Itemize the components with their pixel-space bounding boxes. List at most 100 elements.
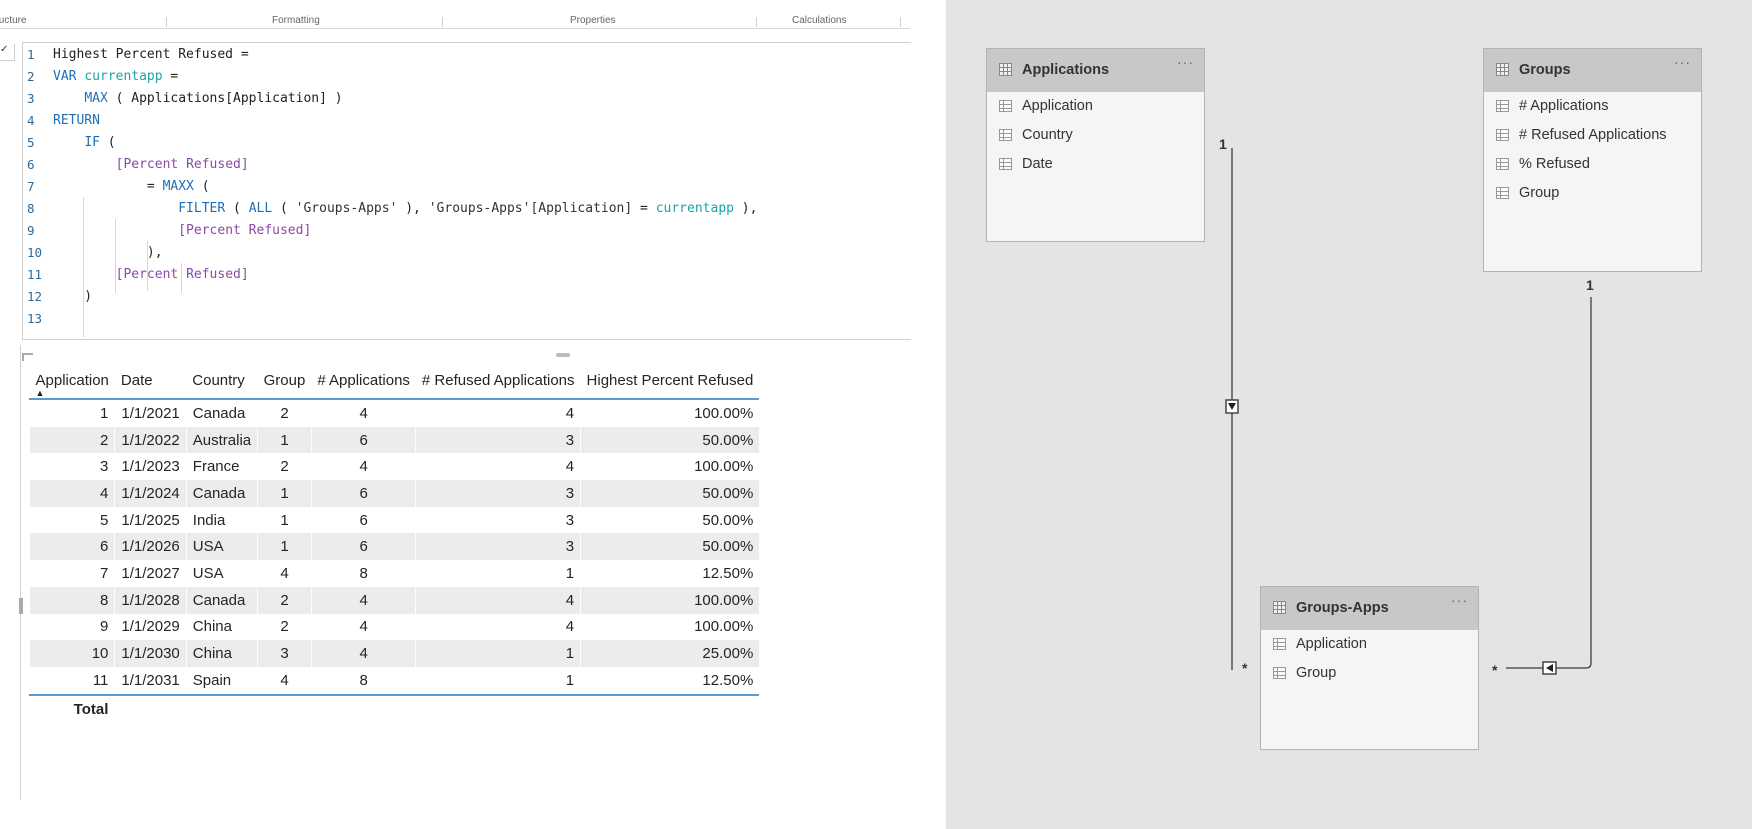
cell-group: 2 (257, 453, 312, 481)
ribbon-tab-structure[interactable]: Structure (0, 16, 27, 26)
table-card-groups-apps[interactable]: Groups-Apps ··· Application Group (1260, 586, 1479, 750)
field-item[interactable]: # Refused Applications (1484, 121, 1701, 150)
cell-group: 4 (257, 666, 312, 696)
table-row[interactable]: 10 1/1/2030 China 3 4 1 25.00% (28, 640, 760, 667)
cell-date: 1/1/2026 (114, 533, 187, 561)
table-row[interactable]: 3 1/1/2023 France 2 4 4 100.00% (28, 453, 760, 481)
cell-country: India (185, 506, 258, 534)
cell-refused-applications: 3 (415, 426, 581, 454)
cell-country: France (185, 453, 258, 481)
table-row[interactable]: 4 1/1/2024 Canada 1 6 3 50.00% (28, 480, 760, 507)
line-number: 11 (27, 267, 43, 282)
column-header-application[interactable]: Application ▲ (29, 362, 115, 400)
dax-editor-and-table-pane: Structure Formatting Properties Calculat… (0, 0, 946, 829)
cell-group: 4 (257, 560, 312, 587)
cell-highest-percent-refused: 50.00% (580, 506, 760, 534)
table-row[interactable]: 8 1/1/2028 Canada 2 4 4 100.00% (28, 586, 760, 614)
sort-ascending-icon[interactable]: ▲ (36, 389, 45, 398)
cell-group: 1 (257, 533, 312, 561)
code-line-11: [Percent Refused] (115, 267, 249, 282)
column-icon (999, 129, 1012, 141)
column-header-refused-applications[interactable]: # Refused Applications (415, 362, 581, 400)
table-icon (1273, 601, 1286, 614)
cell-country: China (185, 613, 258, 641)
table-icon (1496, 63, 1509, 76)
table-card-header[interactable]: Groups ··· (1484, 49, 1701, 92)
table-card-groups[interactable]: Groups ··· # Applications # Refused Appl… (1483, 48, 1702, 272)
line-number: 10 (27, 245, 43, 260)
field-name: Group (1519, 185, 1560, 201)
field-item[interactable]: Application (987, 92, 1204, 121)
vertical-resize-handle[interactable] (19, 598, 23, 614)
more-options-icon[interactable]: ··· (1177, 54, 1194, 70)
field-item[interactable]: Country (987, 121, 1204, 150)
field-item[interactable]: % Refused (1484, 150, 1701, 179)
table-row[interactable]: 6 1/1/2026 USA 1 6 3 50.00% (28, 533, 760, 561)
cell-application: 3 (28, 453, 115, 481)
column-header-highest-percent-refused[interactable]: Highest Percent Refused (580, 362, 760, 400)
table-row[interactable]: 11 1/1/2031 Spain 4 8 1 12.50% (28, 666, 760, 696)
table-total-row: Total (28, 694, 760, 724)
cell-highest-percent-refused: 12.50% (580, 560, 760, 587)
field-name: % Refused (1519, 156, 1590, 172)
cell-application: 8 (28, 586, 115, 614)
cell-date: 1/1/2027 (114, 560, 187, 587)
cell-refused-applications: 1 (415, 666, 581, 696)
collapse-editor-button[interactable]: ✓ (0, 44, 15, 61)
pane-splitter[interactable] (20, 345, 21, 800)
ribbon-tab-calculations[interactable]: Calculations (792, 16, 846, 26)
cell-application: 10 (28, 640, 115, 667)
field-item[interactable]: Group (1484, 179, 1701, 208)
horizontal-resize-handle[interactable] (556, 353, 570, 357)
cell-highest-percent-refused: 100.00% (580, 399, 760, 427)
table-row[interactable]: 7 1/1/2027 USA 4 8 1 12.50% (28, 560, 760, 587)
table-card-header[interactable]: Applications ··· (987, 49, 1204, 92)
code-line-8: FILTER ( ALL ( 'Groups-Apps' ), 'Groups-… (178, 201, 758, 216)
cell-applications: 8 (310, 560, 416, 587)
column-header-applications[interactable]: # Applications (311, 362, 416, 400)
column-header-group[interactable]: Group (257, 362, 312, 400)
cell-date: 1/1/2021 (114, 399, 187, 427)
table-card-header[interactable]: Groups-Apps ··· (1261, 587, 1478, 630)
field-item[interactable]: Group (1261, 659, 1478, 688)
line-number: 13 (27, 311, 43, 326)
cell-highest-percent-refused: 100.00% (580, 453, 760, 481)
ribbon-tab-properties[interactable]: Properties (570, 16, 616, 26)
cell-country: USA (185, 533, 258, 561)
table-row[interactable]: 5 1/1/2025 India 1 6 3 50.00% (28, 506, 760, 534)
cell-date: 1/1/2031 (114, 666, 187, 696)
column-header-country[interactable]: Country (186, 362, 258, 400)
field-name: # Refused Applications (1519, 127, 1667, 143)
cell-highest-percent-refused: 50.00% (580, 533, 760, 561)
field-name: # Applications (1519, 98, 1609, 114)
resize-corner-handle[interactable] (22, 353, 33, 361)
cell-refused-applications: 3 (415, 533, 581, 561)
cell-applications: 4 (310, 640, 416, 667)
table-row[interactable]: 9 1/1/2029 China 2 4 4 100.00% (28, 613, 760, 641)
more-options-icon[interactable]: ··· (1674, 54, 1691, 70)
table-card-applications[interactable]: Applications ··· Application Country Dat… (986, 48, 1205, 242)
cell-application: 2 (28, 426, 115, 454)
column-header-date[interactable]: Date (114, 362, 187, 400)
cardinality-one-label: 1 (1219, 136, 1227, 152)
table-icon (999, 63, 1012, 76)
relationship-line-groups-groups-apps[interactable] (1506, 297, 1592, 669)
more-options-icon[interactable]: ··· (1451, 592, 1468, 608)
table-row[interactable]: 2 1/1/2022 Australia 1 6 3 50.00% (28, 426, 760, 454)
table-header-row: Application ▲ Date Country Group # Applic… (29, 362, 760, 400)
dax-formula-editor[interactable]: 1 Highest Percent Refused = 2 VAR currenta… (22, 42, 911, 340)
model-diagram-canvas[interactable]: 1 * 1 * Applications ··· Application Cou… (946, 0, 1752, 829)
cardinality-one-label: 1 (1586, 277, 1594, 293)
field-item[interactable]: Date (987, 150, 1204, 179)
cell-application: 1 (28, 399, 115, 427)
ribbon-tab-formatting[interactable]: Formatting (272, 16, 320, 26)
field-name: Application (1296, 636, 1367, 652)
line-number: 4 (27, 113, 35, 128)
code-line-3: MAX ( Applications[Application] ) (84, 91, 343, 106)
field-item[interactable]: Application (1261, 630, 1478, 659)
cardinality-many-label: * (1242, 660, 1248, 676)
table-row[interactable]: 1 1/1/2021 Canada 2 4 4 100.00% (28, 399, 760, 427)
code-line-1: Highest Percent Refused = (53, 47, 249, 62)
cell-group: 2 (257, 399, 312, 427)
field-item[interactable]: # Applications (1484, 92, 1701, 121)
